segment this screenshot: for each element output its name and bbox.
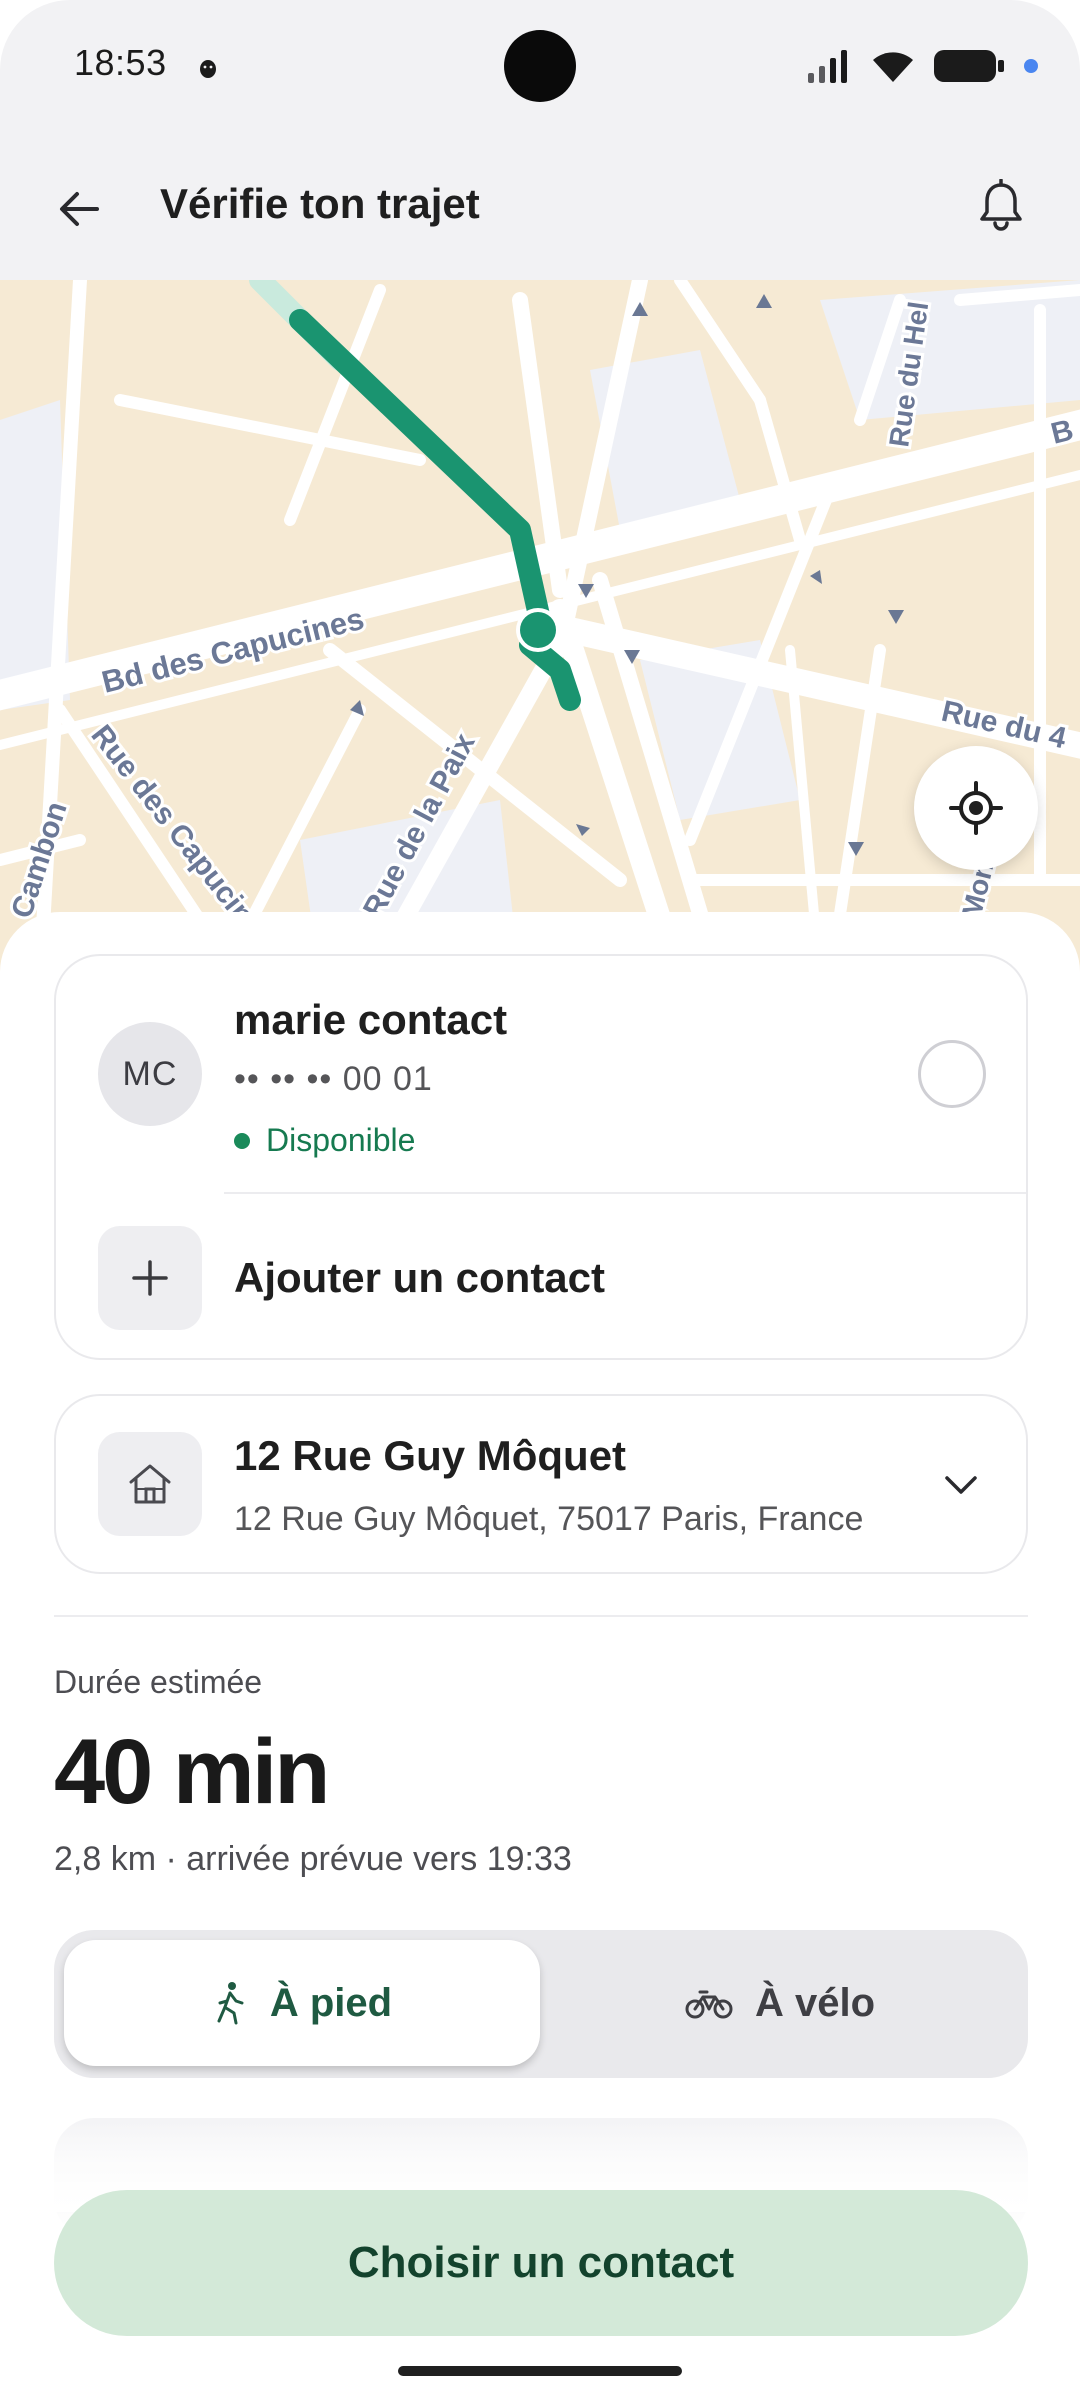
bottom-sheet: MC marie contact •• •• •• 00 01 Disponib… [0, 912, 1080, 2400]
app-header: Vérifie ton trajet [0, 130, 1080, 280]
contact-phone: •• •• •• 00 01 [234, 1060, 433, 1098]
destination-title: 12 Rue Guy Môquet [234, 1432, 627, 1479]
mode-bike-label: À vélo [754, 1980, 876, 2025]
camera-cutout [504, 30, 576, 102]
plus-icon [132, 1260, 168, 1296]
chevron-down-icon [945, 1476, 977, 1494]
mode-walk-button[interactable]: À pied [64, 1940, 540, 2066]
arrow-left-icon [60, 192, 99, 226]
route-map[interactable]: Bd des Capucines Rue des Capucines Rue d… [0, 280, 1080, 980]
battery-icon [934, 50, 1004, 82]
status-dot-icon [234, 1132, 250, 1149]
map-canvas: Bd des Capucines Rue des Capucines Rue d… [0, 280, 1080, 980]
status-bar: 18:53 [0, 0, 1080, 130]
bicycle-icon [685, 1990, 733, 2019]
contact-card: MC marie contact •• •• •• 00 01 Disponib… [54, 954, 1028, 1360]
phone-screen: 18:53 Vérifie ton trajet Bd des Capucine… [0, 0, 1080, 2400]
avatar: MC [98, 1022, 202, 1126]
divider [54, 1615, 1028, 1617]
crosshair-icon [949, 781, 1003, 835]
signal-icon [808, 50, 847, 83]
home-indicator [398, 2366, 682, 2376]
wifi-icon [873, 52, 913, 82]
destination-address: 12 Rue Guy Môquet, 75017 Paris, France [234, 1500, 864, 1538]
add-contact-icon-button[interactable] [98, 1226, 202, 1330]
status-label: Disponible [266, 1122, 416, 1158]
destination-card[interactable]: 12 Rue Guy Môquet 12 Rue Guy Môquet, 750… [54, 1394, 1028, 1574]
travel-mode-switch: À pied À vélo [54, 1930, 1028, 2078]
status-icons [806, 46, 1040, 86]
page-title: Vérifie ton trajet [160, 180, 480, 227]
bell-icon [980, 179, 1022, 231]
mode-walk-label: À pied [269, 1980, 393, 2025]
android-debug-icon [200, 60, 216, 78]
walking-icon [217, 1982, 244, 2025]
divider [224, 1192, 1026, 1194]
contact-name: marie contact [234, 996, 508, 1043]
contact-radio-button[interactable] [918, 1040, 986, 1108]
add-contact-button[interactable]: Ajouter un contact [234, 1254, 605, 1302]
trip-details: 2,8 km · arrivée prévue vers 19:33 [54, 1840, 572, 1878]
map-label-rue-4: Rue du 4 [938, 695, 1069, 756]
notifications-button[interactable] [966, 170, 1036, 240]
contact-status: Disponible [234, 1122, 415, 1159]
dot-icon [1024, 59, 1038, 73]
duration-value: 40 min [54, 1721, 330, 1823]
choose-contact-button[interactable]: Choisir un contact [54, 2190, 1028, 2336]
mode-bike-button[interactable]: À vélo [542, 1940, 1018, 2066]
home-icon [129, 1464, 171, 1504]
duration-label: Durée estimée [54, 1664, 263, 1700]
back-button[interactable] [44, 174, 114, 244]
locate-me-button[interactable] [914, 746, 1038, 870]
expand-destination-button[interactable] [936, 1460, 986, 1510]
destination-icon-box [98, 1432, 202, 1536]
status-time: 18:53 [74, 42, 167, 83]
